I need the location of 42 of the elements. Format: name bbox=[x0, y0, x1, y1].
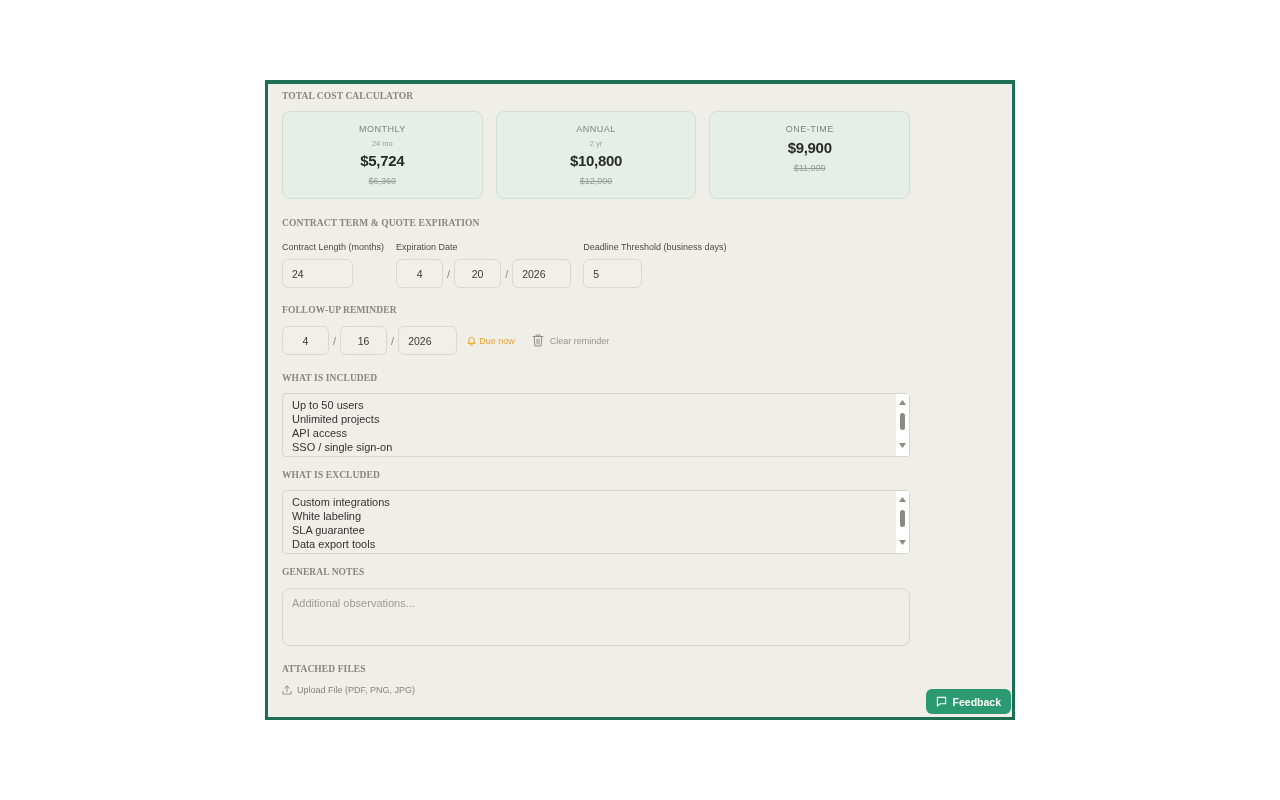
section-heading: CONTRACT TERM & QUOTE EXPIRATION bbox=[282, 217, 480, 230]
price: $5,724 bbox=[359, 151, 406, 171]
chat-bubble-icon bbox=[935, 696, 947, 707]
date-part-input[interactable]: 16 bbox=[340, 326, 388, 355]
deadline-threshold-input[interactable]: 5 bbox=[583, 259, 643, 288]
cost-type-label: MONTHLY bbox=[357, 123, 407, 135]
trash-icon bbox=[531, 334, 544, 347]
upload-icon bbox=[282, 685, 292, 695]
date-separator: / bbox=[333, 334, 337, 347]
original-price: $11,000 bbox=[792, 162, 827, 174]
section-heading: FOLLOW-UP REMINDER bbox=[282, 304, 397, 317]
field-label: Expiration Date bbox=[396, 241, 458, 253]
section-heading: TOTAL COST CALCULATOR bbox=[282, 90, 414, 103]
feedback-button[interactable]: Feedback bbox=[925, 689, 1011, 714]
cost-type-label: ANNUAL bbox=[575, 123, 617, 135]
date-separator: / bbox=[391, 334, 395, 347]
section-heading: WHAT IS EXCLUDED bbox=[282, 469, 380, 482]
section-heading: WHAT IS INCLUDED bbox=[282, 372, 378, 385]
bell-icon bbox=[467, 335, 477, 346]
date-separator: / bbox=[447, 267, 451, 280]
original-price: $12,000 bbox=[578, 175, 614, 187]
scrollbar[interactable] bbox=[896, 394, 909, 456]
scrollbar[interactable] bbox=[896, 491, 909, 553]
original-price: $6,360 bbox=[367, 175, 398, 187]
price: $9,900 bbox=[786, 138, 833, 158]
excluded-items-field[interactable]: Custom integrations White labeling SLA guarantee Data export tools bbox=[282, 490, 910, 554]
date-part-input[interactable]: 4 bbox=[282, 326, 329, 355]
field-label: Contract Length (months) bbox=[282, 241, 385, 253]
due-status: Due now bbox=[479, 335, 515, 346]
date-separator: / bbox=[505, 267, 509, 280]
price: $10,800 bbox=[568, 151, 624, 171]
date-part-input[interactable]: 2026 bbox=[512, 259, 572, 288]
included-items-field[interactable]: Up to 50 users Unlimited projects API access SSO / single sign-on bbox=[282, 393, 910, 457]
date-part-input[interactable]: 20 bbox=[454, 259, 502, 288]
notes-field[interactable]: Additional observations... bbox=[282, 588, 910, 646]
date-part-input[interactable]: 4 bbox=[396, 259, 444, 288]
section-heading: GENERAL NOTES bbox=[282, 566, 365, 579]
contract-length-input[interactable]: 24 bbox=[282, 259, 353, 288]
date-part-input[interactable]: 2026 bbox=[398, 326, 458, 355]
cost-type-label: ONE-TIME bbox=[784, 123, 835, 135]
section-heading: ATTACHED FILES bbox=[282, 663, 366, 676]
field-label: Deadline Threshold (business days) bbox=[583, 241, 727, 253]
